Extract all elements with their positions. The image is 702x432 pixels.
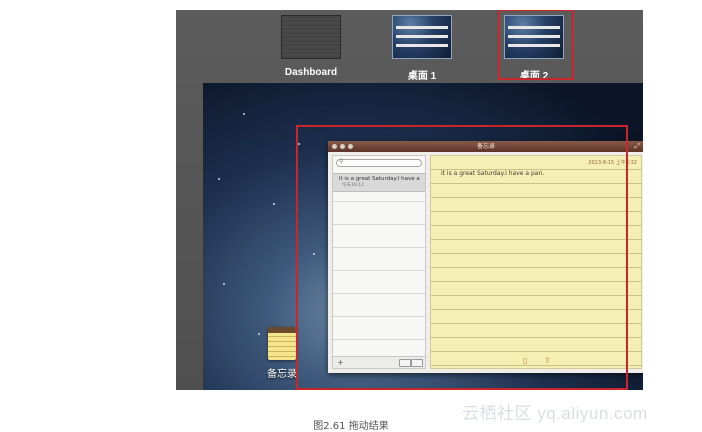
notes-app-icon[interactable] — [268, 327, 296, 360]
space-dashboard-thumbnail[interactable] — [281, 15, 341, 59]
desktop-2-highlight-box — [497, 10, 573, 80]
figure-caption: 图2.61 拖动结果 — [313, 421, 389, 432]
space-desktop-1-thumbnail[interactable] — [392, 15, 452, 59]
resize-arrows-icon[interactable]: ⤢ — [634, 143, 640, 150]
dragged-window-highlight-box — [296, 125, 628, 390]
space-desktop-1-label: 桌面 1 — [407, 71, 437, 82]
space-dashboard-label: Dashboard — [284, 67, 338, 78]
